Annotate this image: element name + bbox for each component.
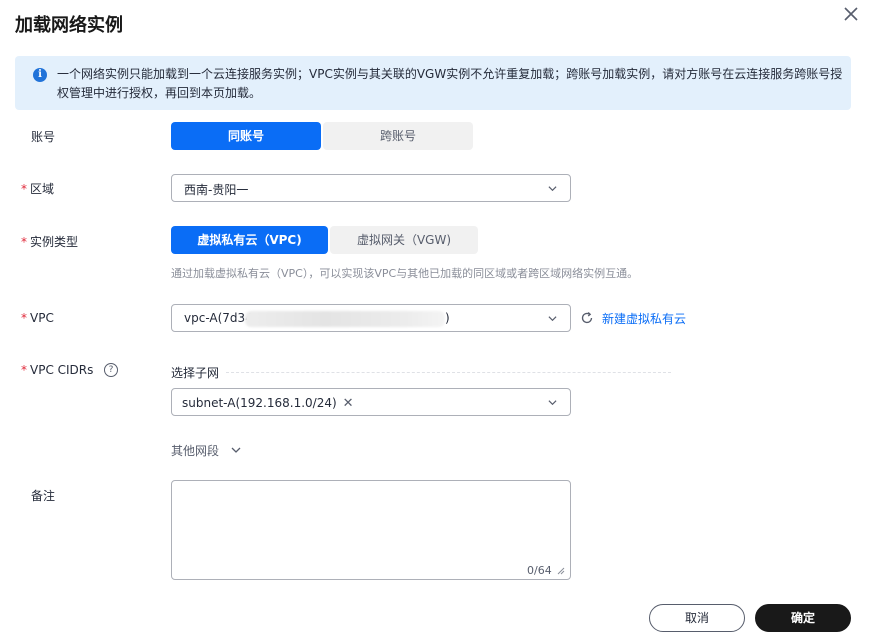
resize-grip-icon[interactable] [556, 566, 565, 575]
required-mark: * [21, 363, 27, 377]
vpc-value-prefix: vpc-A(7d34 [184, 311, 253, 325]
other-segments-label: 其他网段 [171, 444, 220, 458]
info-notice: i 一个网络实例只能加载到一个云连接服务实例；VPC实例与其关联的VGW实例不允… [15, 56, 851, 110]
chevron-down-icon [548, 316, 557, 322]
subnet-tag: subnet-A(192.168.1.0/24) ✕ [182, 394, 354, 412]
create-vpc-link[interactable]: 新建虚拟私有云 [602, 310, 686, 327]
vpc-cidrs-label-text: VPC CIDRs [30, 363, 94, 377]
remove-tag-icon[interactable]: ✕ [343, 395, 354, 413]
region-select[interactable]: 西南-贵阳一 [171, 174, 571, 202]
vpc-label: * VPC [21, 311, 54, 325]
instance-type-hint: 通过加载虚拟私有云（VPC），可以实现该VPC与其他已加载的同区域或者跨区域网络… [171, 267, 639, 280]
region-label: * 区域 [21, 180, 54, 197]
vpc-cidrs-label: * VPC CIDRs [21, 363, 93, 377]
dialog-title: 加载网络实例 [15, 15, 123, 36]
subnet-tag-label: subnet-A(192.168.1.0/24) [182, 396, 337, 410]
chevron-down-icon [548, 400, 557, 406]
confirm-button[interactable]: 确定 [755, 604, 851, 632]
section-divider [226, 372, 671, 373]
remark-label: 备注 [31, 489, 56, 503]
other-segments-toggle[interactable]: 其他网段 [171, 442, 241, 459]
close-icon[interactable] [841, 4, 861, 24]
redacted-id [245, 311, 445, 327]
region-value: 西南-贵阳一 [184, 183, 249, 197]
vpc-label-text: VPC [30, 311, 54, 325]
subnet-section-title: 选择子网 [171, 366, 220, 380]
help-icon[interactable]: ? [104, 363, 118, 377]
remark-char-counter: 0/64 [527, 564, 552, 577]
subnet-select[interactable]: subnet-A(192.168.1.0/24) ✕ [171, 388, 571, 416]
account-option-cross[interactable]: 跨账号 [323, 122, 473, 150]
required-mark: * [21, 311, 27, 325]
instance-type-label: * 实例类型 [21, 233, 78, 250]
required-mark: * [21, 182, 27, 196]
account-option-same[interactable]: 同账号 [171, 122, 321, 150]
instance-type-vgw[interactable]: 虚拟网关（VGW) [330, 226, 478, 254]
chevron-down-icon [548, 186, 557, 192]
vpc-value-suffix: ) [445, 311, 450, 325]
required-mark: * [21, 235, 27, 249]
account-label: 账号 [31, 130, 56, 144]
refresh-icon[interactable] [580, 311, 594, 325]
instance-type-vpc[interactable]: 虚拟私有云（VPC) [171, 226, 328, 254]
instance-type-label-text: 实例类型 [30, 235, 79, 249]
info-icon: i [33, 68, 47, 82]
region-label-text: 区域 [30, 182, 55, 196]
remark-textarea[interactable] [171, 480, 571, 580]
chevron-down-icon [231, 447, 241, 453]
notice-text: 一个网络实例只能加载到一个云连接服务实例；VPC实例与其关联的VGW实例不允许重… [57, 67, 843, 100]
cancel-button[interactable]: 取消 [649, 604, 745, 632]
vpc-select[interactable]: vpc-A(7d34 ) [171, 304, 571, 332]
